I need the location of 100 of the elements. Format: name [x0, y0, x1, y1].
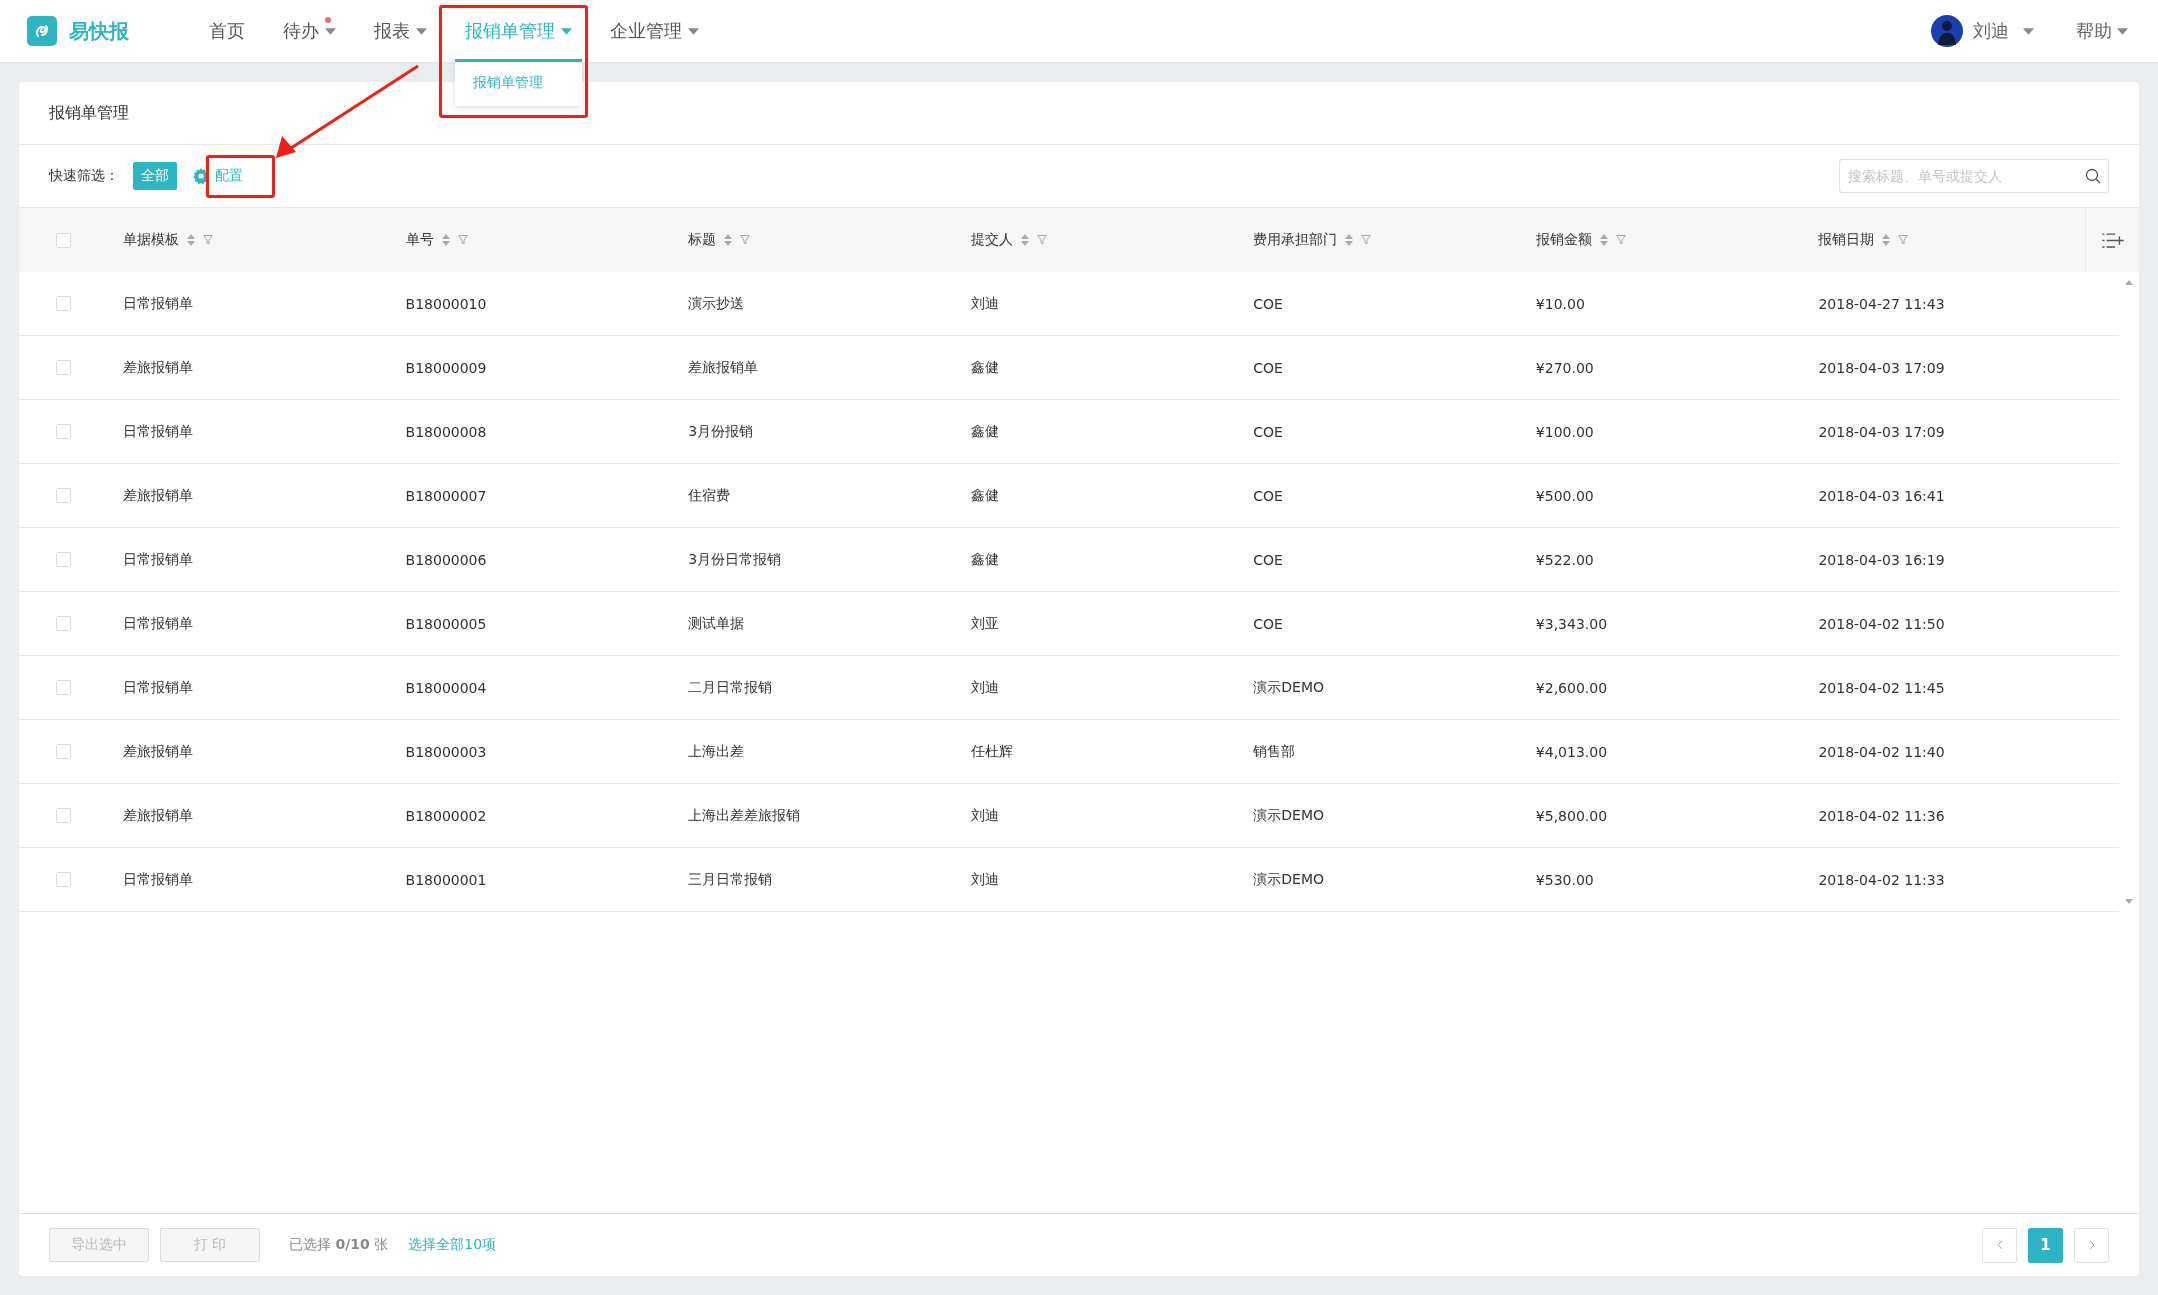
table-cell: 2018-04-03 17:09	[1818, 423, 1945, 440]
row-checkbox[interactable]	[55, 808, 71, 823]
user-menu[interactable]: 刘迪	[1973, 19, 2034, 43]
table-cell: 差旅报销单	[123, 358, 193, 377]
app-name: 易快报	[69, 17, 129, 45]
table-cell: 日常报销单	[123, 294, 193, 313]
filter-icon[interactable]	[203, 235, 213, 245]
table-cell: 2018-04-03 17:09	[1818, 359, 1945, 376]
table-cell: 2018-04-02 11:50	[1818, 615, 1945, 632]
config-link[interactable]: 配置	[193, 167, 243, 185]
row-checkbox[interactable]	[55, 296, 71, 311]
table-cell: 测试单据	[688, 614, 745, 633]
table-cell: ¥100.00	[1535, 423, 1594, 440]
table-cell: 差旅报销单	[688, 358, 759, 377]
table-cell: B18000002	[405, 807, 487, 824]
logo-icon	[27, 16, 57, 46]
table-cell: B18000007	[405, 487, 487, 504]
filter-icon[interactable]	[1361, 235, 1372, 245]
table-cell: B18000004	[405, 679, 487, 696]
sort-icon[interactable]	[1882, 234, 1891, 246]
filter-icon[interactable]	[740, 235, 751, 245]
table-cell: COE	[1253, 359, 1283, 376]
table-cell: 演示DEMO	[1253, 678, 1324, 697]
table-cell: 任杜辉	[970, 742, 1013, 761]
caret-icon	[561, 27, 572, 35]
nav-tab[interactable]: 报表	[364, 0, 437, 62]
nav-tab[interactable]: 首页	[199, 0, 255, 62]
filter-chip[interactable]: 全部	[133, 162, 177, 190]
table-cell: COE	[1253, 551, 1283, 568]
chevron-left-icon	[1996, 1240, 2003, 1250]
selection-count: 已选择 0/10 张	[289, 1236, 389, 1254]
table-cell: B18000009	[405, 359, 487, 376]
table-cell: ¥3,343.00	[1535, 615, 1608, 632]
scroll-down-icon[interactable]	[2125, 899, 2133, 904]
table-cell: 日常报销单	[123, 422, 193, 441]
sort-icon[interactable]	[724, 234, 733, 246]
table-cell: 演示DEMO	[1253, 806, 1324, 825]
gear-icon	[193, 168, 209, 184]
chevron-right-icon	[2088, 1240, 2095, 1250]
table-cell: 2018-04-03 16:19	[1818, 551, 1945, 568]
search-field[interactable]: 搜索标题、单号或提交人	[1839, 159, 2109, 193]
column-header: 提交人	[970, 231, 1013, 249]
sort-icon[interactable]	[187, 234, 195, 246]
table-cell: 差旅报销单	[123, 742, 193, 761]
table-cell: 2018-04-27 11:43	[1818, 295, 1945, 312]
sort-icon[interactable]	[441, 234, 450, 246]
column-header: 报销日期	[1818, 231, 1875, 249]
scroll-up-icon[interactable]	[2125, 280, 2133, 285]
caret-icon	[688, 27, 699, 35]
table-cell: B18000010	[405, 295, 487, 312]
row-checkbox[interactable]	[55, 680, 71, 695]
column-settings-icon[interactable]	[2101, 232, 2124, 248]
table-cell: B18000008	[405, 423, 487, 440]
page-title: 报销单管理	[49, 102, 129, 124]
table-cell: 三月日常报销	[688, 870, 773, 889]
filter-icon[interactable]	[1036, 235, 1047, 245]
search-icon	[2085, 168, 2101, 184]
table-cell: 刘亚	[970, 614, 999, 633]
help-menu[interactable]: 帮助	[2076, 19, 2128, 43]
next-page-button[interactable]	[2074, 1227, 2109, 1263]
column-header: 单据模板	[123, 231, 179, 249]
sort-icon[interactable]	[1599, 234, 1608, 246]
row-checkbox[interactable]	[55, 360, 71, 375]
caret-icon	[2023, 27, 2034, 35]
row-checkbox[interactable]	[55, 424, 71, 439]
table-cell: 鑫健	[970, 550, 999, 569]
table-cell: 日常报销单	[123, 614, 193, 633]
table-cell: 演示DEMO	[1253, 870, 1324, 889]
row-checkbox[interactable]	[55, 744, 71, 759]
select-all-link[interactable]: 选择全部10项	[408, 1236, 497, 1254]
table-cell: 演示抄送	[688, 294, 745, 313]
row-checkbox[interactable]	[55, 616, 71, 631]
sort-icon[interactable]	[1345, 234, 1354, 246]
table-cell: 日常报销单	[123, 870, 193, 889]
table-cell: ¥530.00	[1535, 871, 1594, 888]
nav-tab[interactable]: 企业管理	[600, 0, 709, 62]
select-all-checkbox[interactable]	[55, 232, 71, 248]
menu-item[interactable]: 报销单管理	[455, 74, 582, 92]
sort-icon[interactable]	[1020, 234, 1029, 246]
table-cell: COE	[1253, 423, 1283, 440]
filter-icon[interactable]	[1898, 235, 1909, 245]
row-checkbox[interactable]	[55, 552, 71, 567]
table-cell: 3月份报销	[688, 422, 754, 441]
annotation-box	[206, 155, 275, 198]
nav-tab[interactable]: 待办	[273, 0, 346, 62]
column-header: 单号	[405, 231, 434, 249]
column-header: 标题	[688, 231, 717, 249]
table-cell: 刘迪	[970, 294, 999, 313]
row-checkbox[interactable]	[55, 872, 71, 887]
filter-icon[interactable]	[457, 235, 468, 245]
prev-page-button[interactable]	[1982, 1227, 2017, 1263]
table-cell: 刘迪	[970, 806, 999, 825]
table-cell: 销售部	[1253, 742, 1296, 761]
filter-icon[interactable]	[1615, 235, 1626, 245]
row-checkbox[interactable]	[55, 488, 71, 503]
page-button[interactable]: 1	[2028, 1227, 2063, 1263]
avatar-icon[interactable]	[1931, 15, 1963, 47]
table-cell: 2018-04-02 11:45	[1818, 679, 1945, 696]
caret-icon	[325, 27, 336, 35]
table-cell: 二月日常报销	[688, 678, 773, 697]
